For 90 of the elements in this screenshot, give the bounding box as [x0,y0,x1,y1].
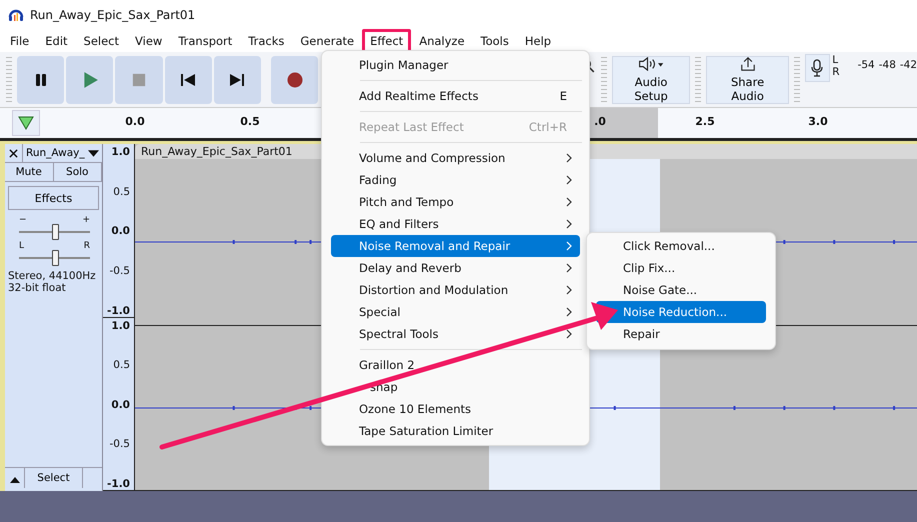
play-button[interactable] [66,56,114,104]
chevron-icon [566,197,572,207]
skip-start-button[interactable] [164,56,212,104]
amplitude-label: 0.5 [113,186,130,198]
amplitude-label: 1.0 [111,146,130,158]
menu-item[interactable]: Analyze [411,29,473,53]
chevron-icon [566,263,572,273]
window-title: Run_Away_Epic_Sax_Part01 [30,8,196,22]
menu-item[interactable]: Transport [170,29,240,53]
timeline-options-button[interactable] [12,110,40,136]
slider-max-label: + [82,216,90,225]
slider-thumb[interactable] [52,250,58,266]
caret-up-icon [10,476,20,482]
meter-tick-label: -42 [900,59,917,73]
meter-channel-label: L [832,54,840,66]
clip-title: Run_Away_Epic_Sax_Part01 [141,145,292,158]
menu-item[interactable]: Tracks [240,29,292,53]
menu-option[interactable]: Click Removal... [596,235,766,257]
chevron-icon [566,329,572,339]
ruler-label: 2.5 [695,115,715,128]
menu-option[interactable]: Ozone 10 Elements [331,398,580,420]
ruler-label: .0 [594,115,606,128]
record-icon [286,72,303,88]
menu-option[interactable]: Clip Fix... [596,257,766,279]
menu-option[interactable]: Spectral Tools [331,323,580,345]
microphone-button[interactable] [804,54,830,82]
pause-button[interactable] [16,56,64,104]
chevron-icon [566,175,572,185]
slider-min-label: L [19,242,24,251]
stop-icon [132,72,146,86]
app-logo-icon [8,7,24,23]
menu-item[interactable]: Tools [472,29,517,53]
amplitude-label: 0.0 [111,398,130,411]
meter-tick-label: -48 [878,59,896,73]
skip-start-icon [180,72,196,88]
menu-option[interactable]: Fading [331,169,580,191]
amplitude-label: 1.0 [111,320,130,332]
menu-item[interactable]: View [127,29,170,53]
menu-item[interactable]: Select [76,29,128,53]
amplitude-label: -1.0 [107,304,130,316]
menu-option[interactable]: Volume and Compression [331,147,580,169]
amplitude-label: -0.5 [110,438,130,450]
menu-option[interactable]: Delay and Reverb [331,257,580,279]
meter-tick-label: -54 [858,59,875,73]
amplitude-label: 0.5 [113,359,130,372]
amplitude-label: -1.0 [107,478,130,490]
menu-option[interactable]: Repair [596,323,766,345]
menu-option[interactable]: Plugin Manager [331,54,580,76]
skip-end-button[interactable] [214,56,262,104]
pan-slider[interactable] [19,250,90,266]
effects-button[interactable]: Effects [8,186,99,210]
menu-option[interactable]: Tape Saturation Limiter [331,420,580,442]
caret-icon [88,150,99,156]
microphone-icon [811,59,824,77]
menu-option[interactable]: Noise Removal and Repair [331,235,580,257]
menu-item[interactable]: Generate [292,29,362,53]
menu-option[interactable]: Special [331,301,580,323]
menu-option[interactable]: Add Realtime Effects E [331,85,580,107]
share-audio-button[interactable]: Share Audio [706,56,789,104]
amplitude-label: -0.5 [110,264,130,277]
chevron-icon [566,241,572,251]
close-icon [9,148,18,158]
meter-channel-label: R [832,66,840,78]
chevron-icon [566,307,572,317]
slider-max-label: R [84,242,90,251]
amplitude-label: 0.0 [111,225,130,238]
menu-option[interactable]: Distortion and Modulation [331,279,580,301]
chevron-icon [566,219,572,229]
track-info-text: Stereo, 44100Hz [8,270,97,282]
ruler-label: 3.0 [808,115,828,128]
gain-slider[interactable] [19,224,90,240]
chevron-icon [566,285,572,295]
menu-option[interactable]: Noise Reduction... [596,301,766,323]
audio-setup-button[interactable]: Audio Setup [612,56,690,104]
slider-thumb[interactable] [52,224,58,240]
triangle-icon [18,116,34,130]
chevron-icon [566,153,572,163]
menu-item[interactable]: File [2,29,38,53]
ruler-label: 0.5 [240,115,260,128]
menu-item[interactable]: Edit [37,29,76,53]
ruler-label: 0.0 [125,115,145,128]
menu-item[interactable]: Help [516,29,560,53]
menu-option[interactable]: EQ and Filters [331,213,580,235]
record-button[interactable] [271,56,318,104]
menu-option[interactable]: Noise Gate... [596,279,766,301]
skip-end-icon [229,72,246,88]
menu-option[interactable]: Pitch and Tempo [331,191,580,213]
track-info-text: 32-bit float [8,282,67,294]
menu-option[interactable]: Graillon 2 [331,354,580,376]
slider-min-label: − [19,216,27,225]
